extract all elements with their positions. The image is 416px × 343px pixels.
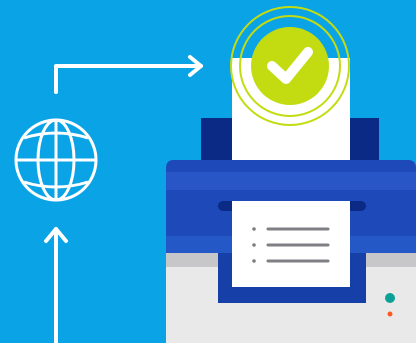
illustration-canvas <box>0 0 416 343</box>
status-light-orange <box>387 311 393 317</box>
print-success-illustration <box>0 0 416 343</box>
globe-icon <box>14 118 98 202</box>
status-light-teal <box>385 293 395 303</box>
